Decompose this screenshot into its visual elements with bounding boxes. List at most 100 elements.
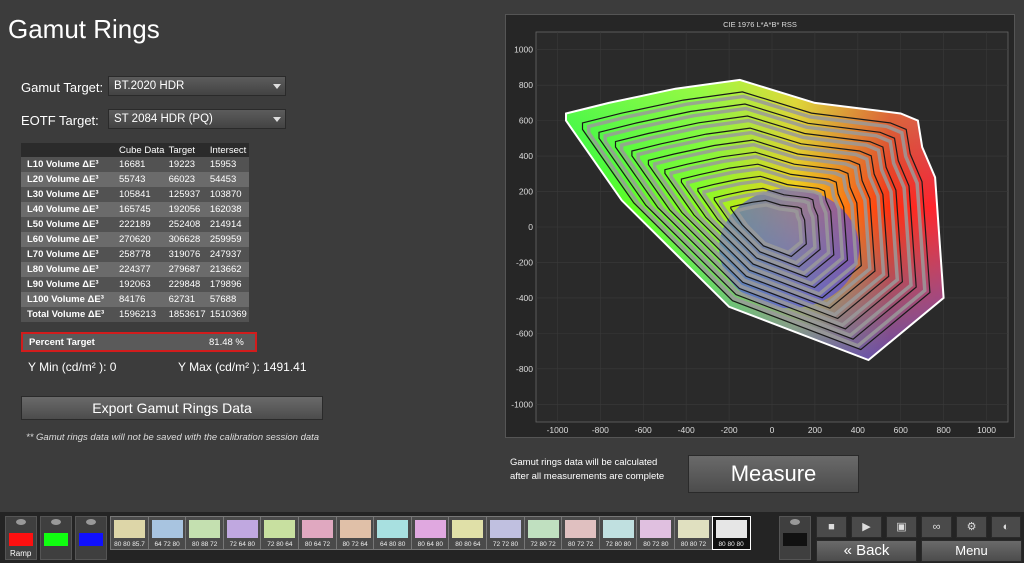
- patch-label: 80 80 85.7: [114, 541, 145, 548]
- table-cell: 270620: [117, 232, 167, 247]
- patch-swatch[interactable]: 80 88 72: [185, 516, 225, 550]
- patch-label: 72 80 80: [605, 541, 631, 548]
- gamut-target-value: BT.2020 HDR: [114, 80, 185, 92]
- export-gamut-rings-button[interactable]: Export Gamut Rings Data: [21, 396, 323, 420]
- patch-swatch[interactable]: 80 80 80: [711, 516, 751, 550]
- calc-note-line-2: after all measurements are complete: [510, 471, 665, 482]
- table-cell: 258778: [117, 247, 167, 262]
- gamut-target-select[interactable]: BT.2020 HDR: [108, 76, 286, 96]
- table-cell: 252408: [166, 217, 208, 232]
- patch-swatch[interactable]: 72 72 80: [486, 516, 525, 550]
- patch-swatch[interactable]: 72 80 80: [598, 516, 638, 550]
- table-cell: 192056: [166, 202, 208, 217]
- table-cell: 15953: [207, 157, 249, 172]
- save-icon[interactable]: ▣: [886, 516, 917, 538]
- row-label: L20 Volume ΔE³: [21, 172, 117, 187]
- green-swatch: [44, 533, 68, 546]
- table-row: L30 Volume ΔE³ 105841 125937 103870: [21, 187, 249, 202]
- settings-icon[interactable]: ⚙: [956, 516, 987, 538]
- link-icon[interactable]: ∞: [921, 516, 952, 538]
- table-cell: 125937: [166, 187, 208, 202]
- table-cell: 214914: [207, 217, 249, 232]
- gamut-rings-chart: CIE 1976 L*A*B* RSS -1000 -800 -600 -400 -20…: [505, 14, 1015, 438]
- menu-button[interactable]: Menu: [921, 540, 1022, 562]
- patch-swatch[interactable]: 80 64 72: [298, 516, 337, 550]
- x-tick-label: 800: [937, 425, 951, 435]
- table-cell: 62731: [166, 292, 208, 307]
- patch-swatch[interactable]: 80 64 80: [410, 516, 450, 550]
- power-icon[interactable]: ◐: [991, 516, 1021, 538]
- table-cell: 319076: [166, 247, 208, 262]
- patch-label: 80 72 80: [643, 541, 669, 548]
- patch-color: [302, 520, 333, 538]
- y-tick-label: -1000: [511, 399, 533, 409]
- measure-button[interactable]: Measure: [688, 455, 859, 493]
- table-cell: 66023: [166, 172, 208, 187]
- chevron-down-icon: [273, 117, 281, 122]
- table-cell: 105841: [117, 187, 167, 202]
- eotf-target-select[interactable]: ST 2084 HDR (PQ): [108, 109, 286, 129]
- x-tick-label: 0: [770, 425, 775, 435]
- patch-label: 80 64 72: [304, 541, 331, 548]
- table-cell: 1596213: [117, 307, 167, 322]
- eye-icon: [86, 519, 96, 525]
- patch-swatch[interactable]: 64 72 80: [147, 516, 187, 550]
- patch-swatch[interactable]: 72 80 72: [523, 516, 563, 550]
- patch-swatch[interactable]: 80 80 85.7: [110, 516, 149, 550]
- table-cell: 19223: [166, 157, 208, 172]
- x-tick-label: -400: [678, 425, 695, 435]
- patch-swatch[interactable]: 72 64 80: [222, 516, 262, 550]
- y-tick-label: 600: [519, 116, 533, 126]
- extra-patch[interactable]: [779, 516, 811, 560]
- patch-color: [640, 520, 672, 538]
- x-tick-label: -1000: [547, 425, 569, 435]
- patch-color: [678, 520, 709, 538]
- patch-swatch[interactable]: 80 72 64: [335, 516, 375, 550]
- row-label: L30 Volume ΔE³: [21, 187, 117, 202]
- save-note: ** Gamut rings data will not be saved wi…: [26, 432, 320, 443]
- y-tick-label: 200: [519, 187, 533, 197]
- table-cell: 165745: [117, 202, 167, 217]
- x-tick-label: -600: [635, 425, 652, 435]
- back-button[interactable]: « Back: [816, 540, 917, 562]
- patch-color: [226, 520, 258, 538]
- eye-icon: [16, 519, 26, 525]
- patch-color: [414, 520, 446, 538]
- table-row: L50 Volume ΔE³ 222189 252408 214914: [21, 217, 249, 232]
- percent-target-row: Percent Target 81.48 %: [21, 332, 257, 352]
- table-cell: 279687: [166, 262, 208, 277]
- patch-swatch[interactable]: 80 80 64: [448, 516, 488, 550]
- patch-swatch[interactable]: 80 80 72: [674, 516, 713, 550]
- ramp-green-patch[interactable]: [40, 516, 72, 560]
- play-button[interactable]: ▶: [851, 516, 882, 538]
- table-cell: 213662: [207, 262, 249, 277]
- table-cell: 57688: [207, 292, 249, 307]
- patch-color: [151, 520, 183, 538]
- table-cell: 84176: [117, 292, 167, 307]
- eye-icon: [790, 519, 800, 525]
- patch-label: 80 80 72: [680, 541, 707, 548]
- table-cell: 1510369: [207, 307, 249, 322]
- patch-color: [264, 520, 296, 538]
- y-tick-label: -400: [516, 293, 533, 303]
- chart-title: CIE 1976 L*A*B* RSS: [723, 20, 797, 29]
- percent-target-label: Percent Target: [29, 337, 95, 348]
- table-row: L90 Volume ΔE³ 192063 229848 179896: [21, 277, 249, 292]
- chevron-down-icon: [273, 84, 281, 89]
- table-cell: 1853617: [166, 307, 208, 322]
- red-swatch: [9, 533, 33, 546]
- patch-swatch[interactable]: 64 80 80: [373, 516, 413, 550]
- table-cell: 16681: [117, 157, 167, 172]
- stop-button[interactable]: ■: [816, 516, 847, 538]
- patch-swatch[interactable]: 80 72 80: [636, 516, 676, 550]
- y-tick-label: 800: [519, 80, 533, 90]
- patch-color: [715, 520, 747, 538]
- patch-swatch[interactable]: 80 72 72: [561, 516, 601, 550]
- ramp-blue-patch[interactable]: [75, 516, 107, 560]
- patch-label: 80 64 80: [417, 541, 443, 548]
- y-tick-label: -200: [516, 257, 533, 267]
- eotf-target-value: ST 2084 HDR (PQ): [114, 113, 213, 125]
- patch-label: 80 80 64: [455, 541, 481, 548]
- patch-swatch[interactable]: 72 80 64: [260, 516, 300, 550]
- page-title: Gamut Rings: [8, 14, 160, 44]
